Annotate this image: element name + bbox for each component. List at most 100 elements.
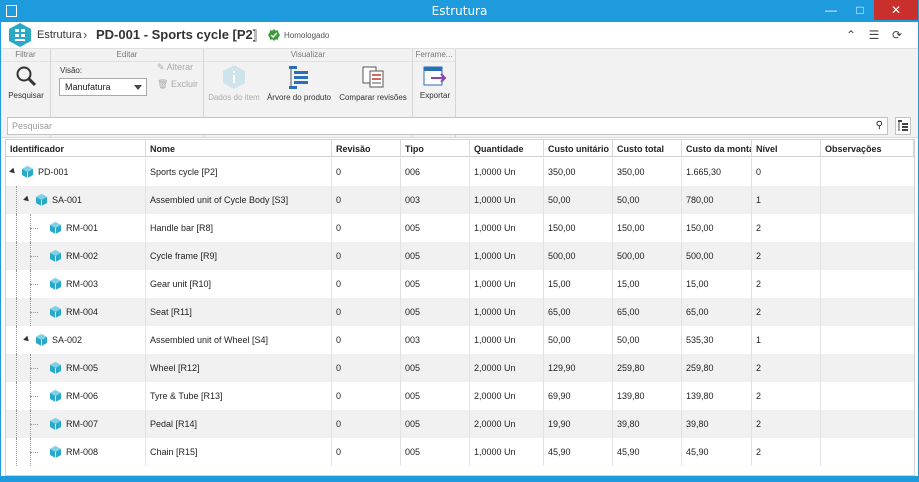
column-header-nome[interactable]: Nome: [146, 140, 332, 156]
chevron-right-icon: ›: [83, 27, 88, 42]
column-header-custo-unitario[interactable]: Custo unitário: [544, 140, 613, 156]
excluir-button[interactable]: 🗑 Excluir: [157, 79, 198, 90]
cube-icon: [50, 222, 61, 234]
app-window: Estrutura — □ ✕ Estrutura › PD-001 - Spo…: [0, 0, 919, 482]
cell-quantidade: 1,0000 Un: [470, 270, 544, 298]
grid-header: Identificador Nome Revisão Tipo Quantidade Cu…: [6, 140, 914, 157]
cell-nivel: 1: [752, 326, 821, 354]
exportar-label: Exportar: [419, 91, 451, 100]
status-badge: Homologado: [284, 31, 330, 40]
table-row[interactable]: RM-002 Cycle frame [R9] 0 005 1,0000 Un 500,0…: [6, 242, 914, 270]
table-row[interactable]: SA-001 Assembled unit of Cycle Body [S3] 0…: [6, 186, 914, 214]
cell-identificador: RM-001: [6, 214, 146, 242]
cell-quantidade: 1,0000 Un: [470, 242, 544, 270]
cell-quantidade: 2,0000 Un: [470, 354, 544, 382]
cell-custo-montagem: 150,00: [682, 214, 752, 242]
table-row[interactable]: RM-008 Chain [R15] 0 005 1,0000 Un 45,90 45,90…: [6, 438, 914, 466]
item-identifier: RM-008: [66, 447, 99, 457]
table-row[interactable]: SA-002 Assembled unit of Wheel [S4] 0 003 1,…: [6, 326, 914, 354]
page-header: Estrutura › PD-001 - Sports cycle [P2] H…: [1, 22, 918, 48]
column-header-nivel[interactable]: Nível: [752, 140, 821, 156]
close-button[interactable]: ✕: [874, 0, 918, 20]
column-header-identificador[interactable]: Identificador: [6, 140, 146, 156]
table-row[interactable]: RM-005 Wheel [R12] 0 005 2,0000 Un 129,90 259,…: [6, 354, 914, 382]
cell-quantidade: 1,0000 Un: [470, 214, 544, 242]
cell-nome: Pedal [R14]: [146, 410, 332, 438]
cell-nome: Chain [R15]: [146, 438, 332, 466]
title-bar: Estrutura — □ ✕: [0, 0, 919, 22]
visao-select[interactable]: Manufatura: [59, 78, 147, 96]
arvore-button[interactable]: Árvore do produto: [266, 65, 332, 102]
pesquisar-button[interactable]: Pesquisar: [3, 65, 49, 100]
cell-tipo: 005: [401, 438, 470, 466]
column-config-button[interactable]: [895, 117, 911, 135]
dados-item-button[interactable]: Dados do item: [206, 65, 262, 102]
tree-guide: [16, 354, 17, 382]
column-header-revisao[interactable]: Revisão: [332, 140, 401, 156]
table-row[interactable]: RM-004 Seat [R11] 0 005 1,0000 Un 65,00 65,00 6…: [6, 298, 914, 326]
column-header-custo-montagem[interactable]: Custo da montag: [682, 140, 752, 156]
maximize-button[interactable]: □: [846, 0, 874, 20]
cell-custo-total: 139,80: [613, 382, 682, 410]
cell-custo-montagem: 500,00: [682, 242, 752, 270]
cell-tipo: 005: [401, 410, 470, 438]
item-identifier: RM-005: [66, 363, 99, 373]
cell-nome: Seat [R11]: [146, 298, 332, 326]
refresh-icon[interactable]: ⟳: [889, 28, 905, 42]
table-row[interactable]: RM-007 Pedal [R14] 0 005 2,0000 Un 19,90 39,80…: [6, 410, 914, 438]
column-header-custo-total[interactable]: Custo total: [613, 140, 682, 156]
item-identifier: RM-001: [66, 223, 99, 233]
structure-grid[interactable]: Identificador Nome Revisão Tipo Quantidade Cu…: [5, 139, 915, 476]
cell-quantidade: 2,0000 Un: [470, 410, 544, 438]
tree-guide: [16, 382, 17, 410]
cell-identificador: RM-005: [6, 354, 146, 382]
excluir-label: Excluir: [170, 79, 198, 89]
item-identifier: SA-001: [52, 195, 83, 205]
search-input[interactable]: Pesquisar ⚲: [7, 117, 888, 135]
cell-custo-total: 65,00: [613, 298, 682, 326]
column-header-observacoes[interactable]: Observações: [821, 140, 914, 156]
tree-guide: [30, 228, 38, 229]
search-icon[interactable]: ⚲: [876, 120, 883, 131]
cell-identificador: RM-006: [6, 382, 146, 410]
cell-custo-montagem: 39,80: [682, 410, 752, 438]
cell-custo-unitario: 15,00: [544, 270, 613, 298]
check-badge-icon: [268, 29, 280, 41]
table-row[interactable]: RM-003 Gear unit [R10] 0 005 1,0000 Un 15,00 1…: [6, 270, 914, 298]
expand-toggle-icon[interactable]: [9, 167, 17, 176]
column-header-quantidade[interactable]: Quantidade: [470, 140, 544, 156]
expand-toggle-icon[interactable]: [23, 335, 31, 344]
table-row[interactable]: PD-001 Sports cycle [P2] 0 006 1,0000 Un 350,…: [6, 158, 914, 186]
compare-icon: [362, 66, 384, 88]
cell-observacoes: [821, 382, 914, 410]
cell-custo-montagem: 45,90: [682, 438, 752, 466]
alterar-button[interactable]: ✎ Alterar: [157, 62, 193, 73]
cell-revisao: 0: [332, 186, 401, 214]
table-row[interactable]: RM-001 Handle bar [R8] 0 005 1,0000 Un 150,00…: [6, 214, 914, 242]
cell-nivel: 2: [752, 214, 821, 242]
comparar-button[interactable]: Comparar revisões: [338, 65, 408, 102]
cell-nivel: 2: [752, 298, 821, 326]
cell-tipo: 005: [401, 298, 470, 326]
exportar-button[interactable]: Exportar: [415, 65, 455, 100]
cell-nome: Assembled unit of Wheel [S4]: [146, 326, 332, 354]
cell-custo-unitario: 50,00: [544, 326, 613, 354]
tree-guide: [16, 242, 17, 270]
tree-guide: [16, 410, 17, 438]
cube-icon: [50, 306, 61, 318]
ribbon-group-label: Editar: [51, 50, 203, 62]
minimize-button[interactable]: —: [817, 0, 845, 20]
column-header-tipo[interactable]: Tipo: [401, 140, 470, 156]
cell-quantidade: 1,0000 Un: [470, 326, 544, 354]
list-icon[interactable]: ☰: [866, 28, 882, 42]
breadcrumb[interactable]: Estrutura: [37, 29, 82, 41]
cell-custo-montagem: 535,30: [682, 326, 752, 354]
tree-guide: [30, 368, 38, 369]
expand-toggle-icon[interactable]: [23, 195, 31, 204]
cell-custo-montagem: 15,00: [682, 270, 752, 298]
cell-custo-unitario: 150,00: [544, 214, 613, 242]
visao-value: Manufatura: [65, 82, 111, 92]
table-row[interactable]: RM-006 Tyre & Tube [R13] 0 005 2,0000 Un 69,9…: [6, 382, 914, 410]
item-identifier: RM-002: [66, 251, 99, 261]
collapse-up-icon[interactable]: ⌃: [843, 28, 859, 42]
